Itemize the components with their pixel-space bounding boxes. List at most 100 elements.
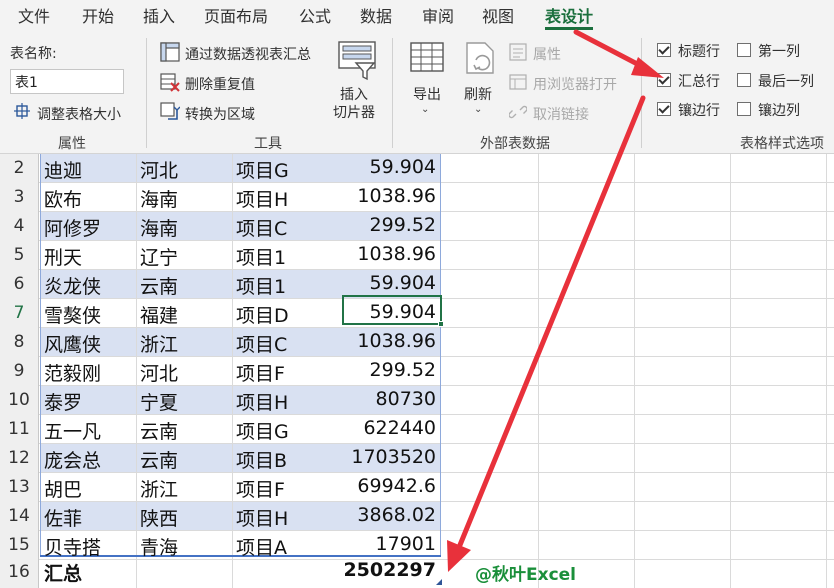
cell-name[interactable]: 范毅刚 — [44, 359, 101, 386]
tab-page-layout[interactable]: 页面布局 — [204, 3, 268, 27]
open-in-browser-button[interactable]: 用浏览器打开 — [533, 74, 617, 94]
fill-handle[interactable] — [438, 321, 444, 327]
row-number-15[interactable]: 15 — [0, 535, 38, 555]
cell-province[interactable]: 海南 — [140, 185, 178, 212]
row-number-3[interactable]: 3 — [0, 187, 38, 207]
tab-formulas[interactable]: 公式 — [299, 3, 331, 27]
resize-table-button[interactable]: 调整表格大小 — [37, 104, 121, 124]
cell-name[interactable]: 阿修罗 — [44, 214, 101, 241]
cell-project[interactable]: 项目A — [236, 533, 287, 560]
cell-name[interactable]: 胡巴 — [44, 475, 82, 502]
cell-value[interactable]: 299.52 — [342, 214, 436, 236]
cell-project[interactable]: 项目D — [236, 301, 289, 328]
cell-name[interactable]: 迪迦 — [44, 156, 82, 183]
cell-project[interactable]: 项目1 — [236, 272, 286, 299]
worksheet-grid[interactable]: 2 迪迦 河北 项目G 59.904 3 欧布 海南 项目H 1038.96 4 阿修罗 海南 项目C 29… — [0, 154, 834, 588]
cell-province[interactable]: 浙江 — [140, 330, 178, 357]
insert-slicer-label-1[interactable]: 插入 — [340, 84, 368, 104]
cell-project[interactable]: 项目1 — [236, 243, 286, 270]
cell-name[interactable]: 泰罗 — [44, 388, 82, 415]
row-number-7[interactable]: 7 — [0, 303, 38, 323]
tab-view[interactable]: 视图 — [482, 3, 514, 27]
tab-review[interactable]: 审阅 — [422, 3, 454, 27]
cell-value[interactable]: 1703520 — [342, 446, 436, 468]
cell-value[interactable]: 3868.02 — [342, 504, 436, 526]
row-number-11[interactable]: 11 — [0, 419, 38, 439]
convert-to-range-button[interactable]: 转换为区域 — [185, 104, 255, 124]
row-number-8[interactable]: 8 — [0, 332, 38, 352]
cell-project[interactable]: 项目C — [236, 330, 287, 357]
cell-province[interactable]: 河北 — [140, 156, 178, 183]
table-resize-handle[interactable] — [436, 579, 442, 585]
cell-value[interactable]: 299.52 — [342, 359, 436, 381]
tab-table-design[interactable]: 表设计 — [545, 3, 593, 27]
cell-value[interactable]: 59.904 — [342, 272, 436, 294]
cell-name[interactable]: 五一凡 — [44, 417, 101, 444]
cell-project[interactable]: 项目H — [236, 504, 288, 531]
cell-province[interactable]: 云南 — [140, 272, 178, 299]
row-number-13[interactable]: 13 — [0, 477, 38, 497]
row-number-12[interactable]: 12 — [0, 448, 38, 468]
cell-province[interactable]: 福建 — [140, 301, 178, 328]
cell-value[interactable]: 1038.96 — [342, 185, 436, 207]
cell-name[interactable]: 雪獒侠 — [44, 301, 101, 328]
cell-project[interactable]: 项目F — [236, 475, 285, 502]
cell-project[interactable]: 项目G — [236, 156, 289, 183]
cell-value[interactable]: 1038.96 — [342, 330, 436, 352]
total-value-cell[interactable]: 2502297 — [342, 559, 436, 581]
cell-province[interactable]: 河北 — [140, 359, 178, 386]
banded-rows-checkbox[interactable] — [657, 102, 671, 116]
cell-project[interactable]: 项目B — [236, 446, 287, 473]
unlink-button[interactable]: 取消链接 — [533, 104, 589, 124]
cell-name[interactable]: 欧布 — [44, 185, 82, 212]
row-number-5[interactable]: 5 — [0, 245, 38, 265]
cell-value[interactable]: 69942.6 — [342, 475, 436, 497]
remove-duplicates-button[interactable]: 删除重复值 — [185, 74, 255, 94]
banded-columns-checkbox[interactable] — [737, 102, 751, 116]
cell-province[interactable]: 宁夏 — [140, 388, 178, 415]
cell-project[interactable]: 项目H — [236, 185, 288, 212]
cell-name[interactable]: 贝寺搭 — [44, 533, 101, 560]
cell-project[interactable]: 项目F — [236, 359, 285, 386]
tab-home[interactable]: 开始 — [82, 3, 114, 27]
tab-data[interactable]: 数据 — [360, 3, 392, 27]
header-row-checkbox[interactable] — [657, 43, 671, 57]
cell-value[interactable]: 80730 — [342, 388, 436, 410]
refresh-button[interactable]: 刷新 — [464, 84, 492, 104]
first-column-checkbox[interactable] — [737, 43, 751, 57]
row-number-9[interactable]: 9 — [0, 361, 38, 381]
table-name-input[interactable]: 表1 — [10, 69, 124, 94]
active-cell-selection[interactable] — [342, 295, 442, 325]
row-number-10[interactable]: 10 — [0, 390, 38, 410]
cell-name[interactable]: 风鹰侠 — [44, 330, 101, 357]
tab-file[interactable]: 文件 — [18, 3, 50, 27]
cell-project[interactable]: 项目G — [236, 417, 289, 444]
cell-province[interactable]: 海南 — [140, 214, 178, 241]
cell-value[interactable]: 1038.96 — [342, 243, 436, 265]
cell-value[interactable]: 17901 — [342, 533, 436, 555]
cell-value[interactable]: 59.904 — [342, 156, 436, 178]
insert-slicer-label-2[interactable]: 切片器 — [333, 102, 375, 122]
cell-province[interactable]: 辽宁 — [140, 243, 178, 270]
cell-province[interactable]: 云南 — [140, 417, 178, 444]
cell-project[interactable]: 项目C — [236, 214, 287, 241]
cell-project[interactable]: 项目H — [236, 388, 288, 415]
cell-province[interactable]: 浙江 — [140, 475, 178, 502]
row-number-4[interactable]: 4 — [0, 216, 38, 236]
row-number-2[interactable]: 2 — [0, 158, 38, 178]
cell-province[interactable]: 陕西 — [140, 504, 178, 531]
cell-value[interactable]: 622440 — [342, 417, 436, 439]
cell-province[interactable]: 云南 — [140, 446, 178, 473]
cell-name[interactable]: 庞会总 — [44, 446, 101, 473]
cell-name[interactable]: 炎龙侠 — [44, 272, 101, 299]
last-column-checkbox[interactable] — [737, 73, 751, 87]
total-row-label-cell[interactable]: 汇总 — [44, 559, 82, 586]
summarize-pivot-button[interactable]: 通过数据透视表汇总 — [185, 44, 311, 64]
cell-name[interactable]: 佐菲 — [44, 504, 82, 531]
cell-name[interactable]: 刑天 — [44, 243, 82, 270]
row-number-16[interactable]: 16 — [0, 562, 38, 582]
row-number-14[interactable]: 14 — [0, 506, 38, 526]
external-properties-button[interactable]: 属性 — [533, 44, 561, 64]
export-button[interactable]: 导出 — [413, 84, 441, 104]
total-row-checkbox[interactable] — [657, 73, 671, 87]
